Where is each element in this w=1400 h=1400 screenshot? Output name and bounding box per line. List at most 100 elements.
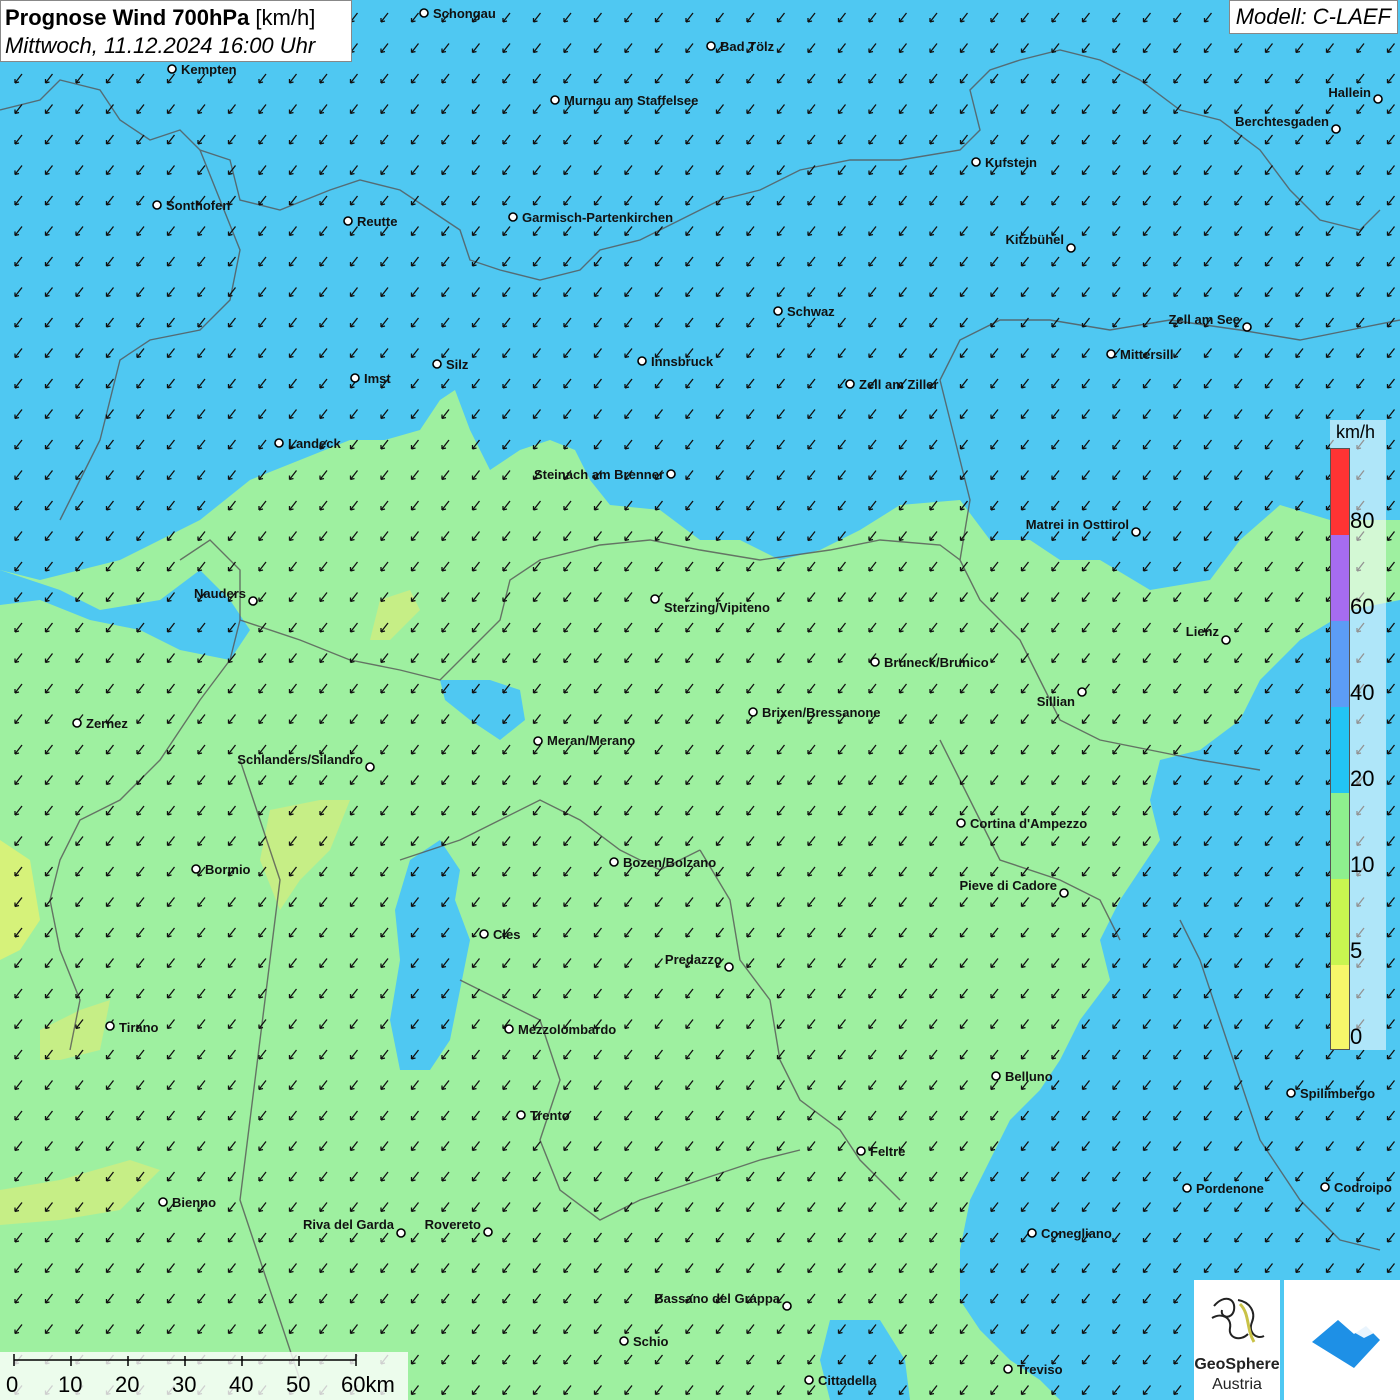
city-label: Schongau: [433, 6, 496, 21]
city-marker: [1221, 635, 1231, 645]
city-marker: [971, 157, 981, 167]
logo-name-line1: GeoSphere: [1194, 1356, 1280, 1373]
city-marker: [550, 95, 560, 105]
city-label: Schlanders/Silandro: [237, 752, 363, 767]
city-marker: [396, 1228, 406, 1238]
city-label: Meran/Merano: [547, 733, 635, 748]
city-marker: [637, 356, 647, 366]
city-marker: [350, 373, 360, 383]
city-label: Cittadella: [818, 1373, 877, 1388]
city-label: Pieve di Cadore: [959, 878, 1057, 893]
city-label: Matrei in Osttirol: [1026, 517, 1129, 532]
legend-segment-40: [1331, 621, 1349, 707]
wind-zone-north: [0, 0, 1400, 590]
city-label: Zell am Ziller: [859, 377, 938, 392]
cloud-arrow-icon: [1312, 1320, 1380, 1368]
city-label: Kitzbühel: [1006, 232, 1065, 247]
city-label: Cles: [493, 927, 520, 942]
city-label: Riva del Garda: [303, 1217, 395, 1232]
legend-label-40: 40: [1350, 680, 1375, 705]
scale-label-10: 10: [58, 1372, 83, 1397]
city-label: Sterzing/Vipiteno: [664, 600, 770, 615]
forecast-datetime: Mittwoch, 11.12.2024 16:00 Uhr: [5, 33, 316, 58]
city-marker: [619, 1336, 629, 1346]
city-label: Bruneck/Brunico: [884, 655, 989, 670]
legend-label-60: 60: [1350, 594, 1375, 619]
city-label: Bienno: [172, 1195, 216, 1210]
scale-label-20: 20: [115, 1372, 140, 1397]
city-marker: [870, 657, 880, 667]
city-label: Reutte: [357, 214, 397, 229]
city-marker: [1373, 94, 1383, 104]
city-marker: [191, 864, 201, 874]
city-label: Zell am See: [1168, 312, 1240, 327]
city-marker: [724, 962, 734, 972]
city-label: Bormio: [205, 862, 251, 877]
city-label: Treviso: [1017, 1362, 1063, 1377]
city-marker: [72, 718, 82, 728]
legend-label-10: 10: [1350, 852, 1375, 877]
city-marker: [1286, 1088, 1296, 1098]
city-marker: [804, 1375, 814, 1385]
city-label: Mezzolombardo: [518, 1022, 616, 1037]
city-label: Bad Tölz: [720, 39, 775, 54]
app-logo: [1284, 1280, 1400, 1400]
logo-name-line2: Austria: [1212, 1376, 1262, 1393]
city-label: Conegliano: [1041, 1226, 1112, 1241]
city-marker: [274, 438, 284, 448]
city-label: Bassano del Grappa: [654, 1291, 780, 1306]
city-marker: [1066, 243, 1076, 253]
city-marker: [419, 8, 429, 18]
city-marker: [343, 216, 353, 226]
city-label: Predazzo: [665, 952, 722, 967]
city-marker: [248, 596, 258, 606]
city-marker: [1077, 687, 1087, 697]
scale-bar-ruler: [13, 1354, 357, 1366]
city-marker: [152, 200, 162, 210]
city-marker: [1003, 1364, 1013, 1374]
city-marker: [991, 1071, 1001, 1081]
city-marker: [609, 857, 619, 867]
geosphere-logo-icon: [1211, 1297, 1265, 1343]
city-marker: [773, 306, 783, 316]
city-label: Bozen/Bolzano: [623, 855, 716, 870]
city-label: Innsbruck: [651, 354, 714, 369]
city-label: Zernez: [86, 716, 128, 731]
city-marker: [956, 818, 966, 828]
city-marker: [1182, 1183, 1192, 1193]
legend-segment-60: [1331, 535, 1349, 621]
city-label: Nauders: [194, 586, 246, 601]
city-marker: [533, 736, 543, 746]
legend-unit: km/h: [1336, 422, 1376, 442]
city-marker: [650, 594, 660, 604]
city-label: Steinach am Brenner: [534, 467, 664, 482]
scale-label-40: 40: [229, 1372, 254, 1397]
city-label: Schio: [633, 1334, 668, 1349]
city-marker: [365, 762, 375, 772]
city-marker: [483, 1227, 493, 1237]
city-marker: [706, 41, 716, 51]
city-marker: [504, 1024, 514, 1034]
city-label: Trento: [530, 1108, 570, 1123]
city-label: Kufstein: [985, 155, 1037, 170]
city-label: Cortina d'Ampezzo: [970, 816, 1087, 831]
legend-label-20: 20: [1350, 766, 1375, 791]
city-marker: [1320, 1182, 1330, 1192]
wind-map: Schongau Kempten Bad Tölz Murnau am Staffel…: [0, 0, 1400, 1400]
city-label: Imst: [364, 371, 391, 386]
city-label: Rovereto: [425, 1217, 481, 1232]
city-marker: [516, 1110, 526, 1120]
city-label: Spilimbergo: [1300, 1086, 1375, 1101]
city-marker: [1027, 1228, 1037, 1238]
city-label: Belluno: [1005, 1069, 1053, 1084]
legend-color-bar: [1330, 448, 1350, 1050]
scale-label-50: 50: [286, 1372, 311, 1397]
color-legend: km/h 80 60 40 20 10 5 0: [1330, 420, 1386, 1050]
city-label: Sonthofen: [166, 198, 230, 213]
city-marker: [167, 64, 177, 74]
scale-bar: 0 10 20 30 40 50 60km: [0, 1352, 408, 1400]
city-label: Silz: [446, 357, 469, 372]
scale-label-30: 30: [172, 1372, 197, 1397]
city-marker: [845, 379, 855, 389]
city-label: Mittersill: [1120, 347, 1173, 362]
